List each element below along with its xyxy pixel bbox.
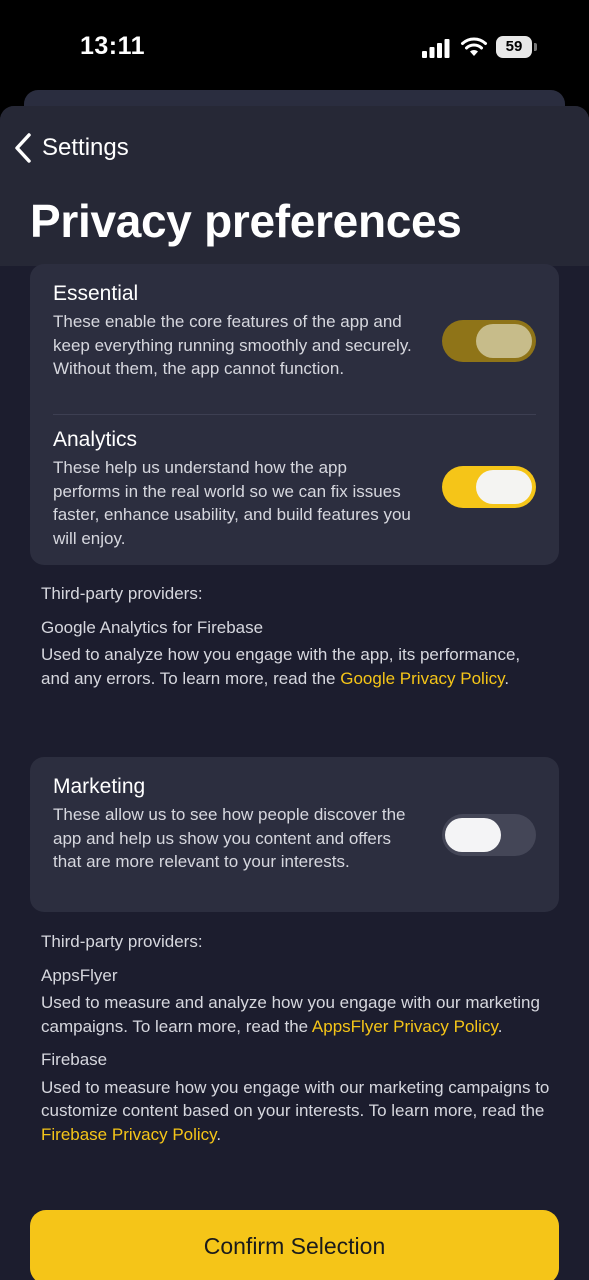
providers-heading: Third-party providers:	[41, 932, 203, 951]
marketing-card: Marketing These allow us to see how peop…	[30, 757, 559, 912]
essential-description: These enable the core features of the ap…	[53, 312, 412, 378]
provider-text-end: .	[497, 1016, 503, 1036]
marketing-description: These allow us to see how people discove…	[53, 805, 406, 871]
essential-analytics-card: Essential These enable the core features…	[30, 264, 559, 565]
toggle-knob	[476, 470, 532, 504]
analytics-providers: Third-party providers: Google Analytics …	[41, 582, 551, 690]
battery-icon: 59	[496, 36, 538, 58]
provider-text-end: .	[216, 1124, 222, 1144]
essential-title: Essential	[53, 282, 139, 305]
analytics-description: These help us understand how the app per…	[53, 458, 411, 548]
appsflyer-privacy-policy-link[interactable]: AppsFlyer Privacy Policy	[312, 1017, 498, 1036]
marketing-providers: Third-party providers: AppsFlyer Used to…	[41, 930, 551, 1146]
status-bar: 13:11 59	[0, 0, 589, 96]
provider-name: Google Analytics for Firebase	[41, 617, 264, 637]
providers-heading: Third-party providers:	[41, 584, 203, 603]
toggle-knob	[445, 818, 501, 852]
firebase-privacy-policy-link[interactable]: Firebase Privacy Policy	[41, 1125, 216, 1144]
confirm-selection-button[interactable]: Confirm Selection	[30, 1210, 559, 1280]
status-time: 13:11	[80, 32, 146, 60]
toggle-knob	[476, 324, 532, 358]
battery-level: 59	[496, 36, 532, 58]
page-title: Privacy preferences	[30, 195, 462, 247]
google-privacy-policy-link[interactable]: Google Privacy Policy	[340, 669, 504, 688]
analytics-title: Analytics	[53, 428, 138, 451]
analytics-toggle[interactable]	[442, 466, 536, 508]
marketing-title: Marketing	[53, 775, 146, 798]
screen: 13:11 59 Settings Privacy preferences Es	[0, 0, 589, 1280]
wifi-icon	[461, 37, 487, 56]
provider-description: Used to measure how you engage with our …	[41, 1076, 551, 1147]
cellular-signal-icon	[422, 39, 450, 58]
provider-text: Used to measure how you engage with our …	[41, 1077, 550, 1121]
chevron-left-icon	[15, 133, 31, 163]
battery-tip	[534, 43, 537, 51]
back-button[interactable]: Settings	[12, 128, 129, 168]
provider-description: Used to analyze how you engage with the …	[41, 643, 551, 690]
provider-description: Used to measure and analyze how you enga…	[41, 991, 551, 1038]
essential-toggle	[442, 320, 536, 362]
provider-name: Firebase	[41, 1050, 108, 1069]
provider-text-end: .	[504, 668, 510, 688]
divider	[53, 414, 536, 415]
marketing-toggle[interactable]	[442, 814, 536, 856]
back-label: Settings	[42, 134, 129, 161]
provider-name: AppsFlyer	[41, 965, 118, 985]
